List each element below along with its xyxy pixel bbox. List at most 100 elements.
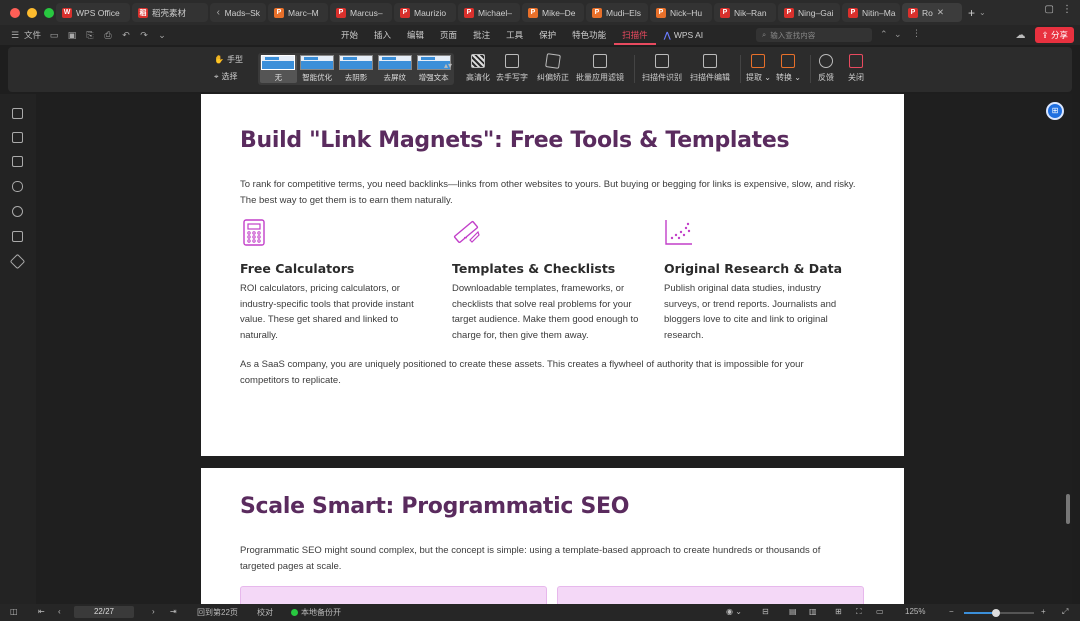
tab-home[interactable]: 开始 — [333, 25, 366, 45]
tab-tools[interactable]: 工具 — [498, 25, 531, 45]
select-tool-button[interactable]: ⌖ 选择 — [214, 71, 238, 82]
filter-gallery-expand-icon[interactable]: ▴▾ — [444, 61, 452, 70]
document-canvas[interactable]: Build "Link Magnets": Free Tools & Templ… — [36, 94, 1072, 604]
open-folder-icon[interactable]: ▭ — [49, 30, 59, 40]
attachment-icon[interactable] — [12, 206, 23, 217]
tab-edit[interactable]: 编辑 — [399, 25, 432, 45]
zoom-window-button[interactable] — [44, 7, 54, 18]
undo-icon[interactable]: ↶ — [121, 30, 131, 40]
hamburger-menu-icon[interactable]: ☰ — [10, 30, 20, 40]
search-prev-icon[interactable]: ⌃ — [880, 29, 888, 40]
tab-mads[interactable]: ‹ Mads–Sk — [210, 3, 266, 22]
fit-page-icon[interactable]: ⤢ — [1062, 607, 1068, 617]
tab-nitin[interactable]: P Nitin–Ma — [842, 3, 900, 22]
cloud-sync-icon[interactable]: ☁ — [1015, 30, 1025, 41]
continuous-icon[interactable]: ⊞ — [835, 607, 842, 616]
vertical-scrollbar[interactable] — [1066, 494, 1070, 524]
layers-icon[interactable] — [9, 253, 26, 270]
tab-michael[interactable]: P Michael– — [458, 3, 520, 22]
filter-none[interactable]: 无 — [260, 55, 297, 83]
eye-mode-icon[interactable]: ◉ ⌄ — [726, 607, 742, 616]
thumbnails-icon[interactable] — [12, 156, 23, 167]
remove-handwriting-button[interactable]: 去手写字 — [496, 54, 528, 83]
more-menu-icon[interactable]: ⋮ — [1062, 4, 1072, 15]
comment-icon[interactable] — [12, 181, 23, 192]
prev-page-icon[interactable]: ‹ — [58, 607, 61, 616]
tab-close-icon[interactable]: ✕ — [937, 7, 944, 18]
tab-ning[interactable]: P Ning–Gai — [778, 3, 840, 22]
intro-paragraph: To rank for competitive terms, you need … — [240, 179, 856, 206]
zoom-slider-handle[interactable] — [991, 609, 1000, 617]
back-to-page-link[interactable]: 回到第22页 — [197, 607, 238, 618]
tab-page[interactable]: 页面 — [432, 25, 465, 45]
hand-tool-button[interactable]: ✋ 手型 — [214, 54, 243, 65]
tab-active-document[interactable]: P Ro ✕ — [902, 3, 962, 22]
tab-mike[interactable]: P Mike–De — [522, 3, 584, 22]
filter-smart-optimize[interactable]: 智能优化 — [299, 55, 336, 83]
convert-button[interactable]: 转换 ⌄ — [776, 54, 801, 83]
tab-nik[interactable]: P Nik–Ran — [714, 3, 776, 22]
zoom-slider[interactable] — [964, 609, 1034, 617]
page-number-input[interactable]: 22/27 — [74, 606, 134, 618]
first-page-icon[interactable]: ⇤ — [38, 607, 45, 616]
tab-docer[interactable]: 稻 稻壳素材 — [132, 3, 208, 22]
fit-width-icon[interactable]: ⊟ — [762, 607, 769, 616]
tab-scan[interactable]: 扫描件 — [614, 25, 656, 45]
file-menu[interactable]: 文件 — [24, 29, 41, 41]
zoom-level[interactable]: 125% — [905, 607, 925, 616]
local-backup-status[interactable]: 本地备份开 — [291, 607, 341, 618]
scan-recognize-button[interactable]: 扫描件识别 — [642, 54, 682, 83]
proofread-button[interactable]: 校对 — [257, 607, 273, 618]
zoom-out-icon[interactable]: − — [949, 607, 954, 616]
window-mode-icon[interactable]: ▢ — [1045, 4, 1054, 15]
single-page-icon[interactable]: ▤ — [789, 607, 797, 616]
search-next-icon[interactable]: ⌄ — [894, 29, 902, 40]
scan-edit-button[interactable]: 扫描件编辑 — [690, 54, 730, 83]
chevron-down-icon[interactable]: ⌄ — [157, 30, 167, 40]
tab-protect[interactable]: 保护 — [531, 25, 564, 45]
extract-button[interactable]: 提取 ⌄ — [746, 54, 771, 83]
read-mode-icon[interactable]: ▭ — [876, 607, 884, 616]
bookmark-icon[interactable] — [12, 132, 23, 143]
filter-remove-moire[interactable]: 去屏纹 — [376, 55, 413, 83]
close-scan-button[interactable]: 关闭 — [848, 54, 864, 83]
tab-wps-office[interactable]: W WPS Office — [56, 3, 130, 22]
tab-marcus[interactable]: P Marcus– — [330, 3, 392, 22]
tab-features[interactable]: 特色功能 — [564, 25, 614, 45]
tabbar-right-controls: ▢ ⋮ — [1045, 4, 1072, 15]
deskew-button[interactable]: 纠偏矫正 — [537, 53, 569, 83]
next-page-icon[interactable]: › — [152, 607, 155, 616]
tab-mudi[interactable]: P Mudi–Els — [586, 3, 648, 22]
chevron-down-icon[interactable]: ⌄ — [979, 8, 986, 17]
last-page-icon[interactable]: ⇥ — [170, 607, 177, 616]
filter-remove-shadow[interactable]: 去阴影 — [338, 55, 375, 83]
sidebar-toggle-icon[interactable]: ◫ — [10, 607, 18, 616]
save-icon[interactable]: ▣ — [67, 30, 77, 40]
print-icon[interactable]: ⎙ — [103, 30, 113, 40]
redo-icon[interactable]: ↷ — [139, 30, 149, 40]
sharpen-button[interactable]: 高清化 — [466, 54, 490, 83]
chevron-left-icon[interactable]: ‹ — [216, 7, 221, 18]
export-icon[interactable]: ⎘ — [85, 30, 95, 40]
tab-comment[interactable]: 批注 — [465, 25, 498, 45]
compare-icon[interactable] — [12, 231, 23, 242]
more-options-icon[interactable]: ⋮ — [912, 28, 921, 39]
close-window-button[interactable] — [10, 7, 20, 18]
minimize-window-button[interactable] — [27, 7, 37, 18]
tab-wps-ai[interactable]: ⋀ WPS AI — [656, 25, 711, 45]
double-page-icon[interactable]: ▥ — [809, 607, 817, 616]
fullscreen-icon[interactable]: ⛶ — [856, 607, 862, 617]
translate-float-button[interactable]: ⊞ — [1046, 102, 1064, 120]
batch-filter-button[interactable]: 批量应用滤镜 — [576, 54, 624, 83]
tab-insert[interactable]: 插入 — [366, 25, 399, 45]
tab-maurizio[interactable]: P Maurizio — [394, 3, 456, 22]
share-button[interactable]: ⇪ 分享 — [1035, 27, 1074, 43]
outline-icon[interactable] — [12, 108, 23, 119]
feedback-button[interactable]: 反馈 — [818, 54, 834, 83]
search-input[interactable]: ⌕ 输入查找内容 — [756, 28, 872, 42]
tab-nick[interactable]: P Nick–Hu — [650, 3, 712, 22]
zoom-in-icon[interactable]: + — [1041, 607, 1046, 616]
section-heading: Scale Smart: Programmatic SEO — [240, 494, 630, 519]
tab-marc[interactable]: P Marc–M — [268, 3, 328, 22]
new-tab-icon[interactable]: + — [968, 6, 975, 20]
